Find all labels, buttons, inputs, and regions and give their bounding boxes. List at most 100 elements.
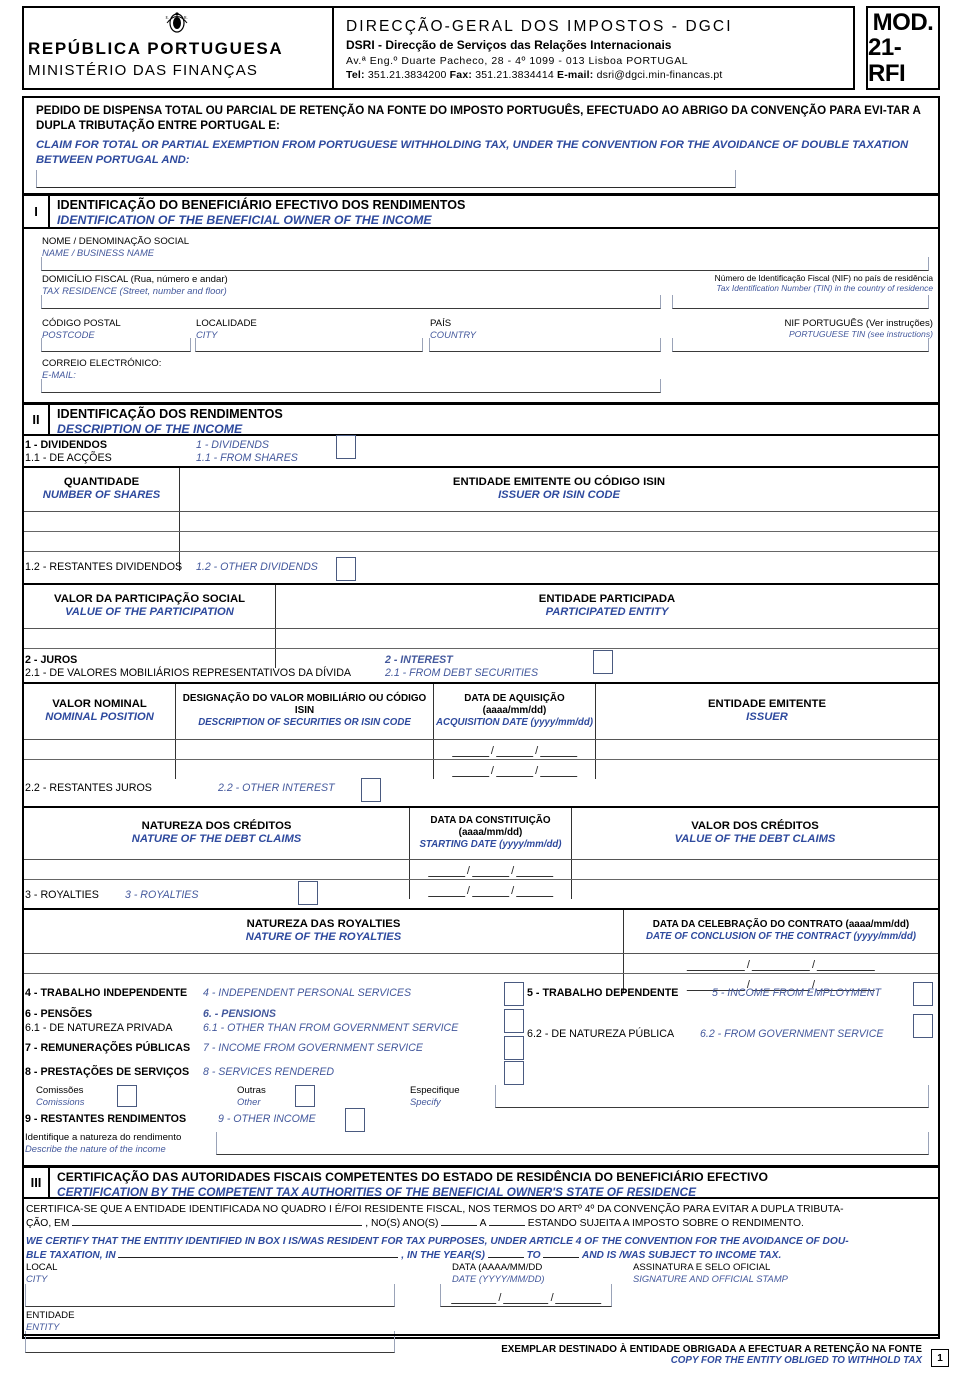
income-9-label-en: 9 - OTHER INCOME <box>218 1113 316 1125</box>
cell-participated-entity[interactable] <box>276 629 938 648</box>
cert-en-year-from-input[interactable] <box>487 1257 524 1259</box>
table-row[interactable]: / / <box>24 740 938 760</box>
checkbox-income-2-1[interactable] <box>593 650 613 674</box>
cell-starting-date[interactable]: / / <box>410 880 572 899</box>
cert-date-label-pt: DATA (AAAA/MM/DD <box>452 1262 543 1273</box>
income-1-label-en: 1 - DIVIDENDS <box>196 439 269 451</box>
income-6-label-en: 6. - PENSIONS <box>203 1008 276 1020</box>
cert-signature-label-en: SIGNATURE AND OFFICIAL STAMP <box>633 1273 788 1285</box>
cell-participation-value[interactable] <box>24 629 276 648</box>
cell-shares-issuer[interactable] <box>180 512 938 531</box>
cert-entity-label-pt: ENTIDADE <box>26 1310 75 1321</box>
commissions-label: Comissões Comissions <box>36 1085 84 1107</box>
email-input[interactable] <box>41 379 661 393</box>
cell-starting-date[interactable]: / / <box>410 860 572 879</box>
postcode-input[interactable] <box>41 338 191 352</box>
table-row[interactable]: / / <box>24 860 938 880</box>
cert-pt-to: A <box>479 1218 486 1230</box>
other-services-label-pt: Outras <box>237 1085 266 1096</box>
name-input[interactable] <box>41 257 929 271</box>
table-row[interactable] <box>24 512 938 532</box>
table-other-interest: NATUREZA DOS CRÉDITOS NATURE OF THE DEBT… <box>24 806 938 899</box>
checkbox-income-6-1[interactable] <box>504 1009 524 1033</box>
section-2-title-en: DESCRIPTION OF THE INCOME <box>57 422 243 437</box>
table-row[interactable] <box>24 629 938 649</box>
cell-debt-value[interactable] <box>572 860 938 879</box>
cert-local-label-en: CITY <box>26 1273 48 1285</box>
cell-security-description[interactable] <box>176 760 434 779</box>
cert-pt-country-input[interactable] <box>72 1225 363 1227</box>
cell-shares-issuer[interactable] <box>180 532 938 551</box>
city-label-pt: LOCALIDADE <box>196 318 257 329</box>
cell-shares-qty[interactable] <box>24 532 180 551</box>
foreign-tin-input[interactable] <box>672 295 929 309</box>
cert-signature-label-pt: ASSINATURA E SELO OFICIAL <box>633 1262 771 1273</box>
table-row[interactable]: / / <box>24 760 938 779</box>
cert-date-input[interactable]: / / <box>440 1284 612 1307</box>
cell-debt-nature[interactable] <box>24 860 410 879</box>
cell-debt-value[interactable] <box>572 880 938 899</box>
th-nature-royalties: NATUREZA DAS ROYALTIES NATURE OF THE ROY… <box>24 910 624 953</box>
country-label-pt: PAÍS <box>430 318 452 329</box>
table-dividends-shares: QUANTIDADE NUMBER OF SHARES ENTIDADE EMI… <box>24 466 938 571</box>
tax-residence-label: DOMICÍLIO FISCAL (Rua, número e andar) T… <box>42 274 228 296</box>
cell-issuer[interactable] <box>596 740 938 759</box>
table-royalties: NATUREZA DAS ROYALTIES NATURE OF THE ROY… <box>24 908 938 993</box>
checkbox-income-8[interactable] <box>504 1061 524 1085</box>
th-nominal-position: VALOR NOMINAL NOMINAL POSITION <box>24 684 176 739</box>
checkbox-commissions[interactable] <box>117 1085 137 1107</box>
income-nature-input[interactable] <box>216 1132 929 1155</box>
city-input[interactable] <box>195 338 423 352</box>
tax-residence-label-pt: DOMICÍLIO FISCAL (Rua, número e andar) <box>42 274 228 285</box>
country-input[interactable] <box>429 338 661 352</box>
cell-issuer[interactable] <box>596 760 938 779</box>
cell-contract-date[interactable]: / / <box>624 954 938 973</box>
commissions-label-en: Comissions <box>36 1096 85 1108</box>
cert-pt-year-to-input[interactable] <box>488 1225 525 1227</box>
table-row[interactable] <box>24 532 938 552</box>
income-8-label-en: 8 - SERVICES RENDERED <box>203 1066 335 1078</box>
tax-residence-input[interactable] <box>41 295 661 309</box>
income-6-2-label-en: 6.2 - FROM GOVERNMENT SERVICE <box>700 1028 884 1040</box>
checkbox-income-2-2[interactable] <box>361 778 381 802</box>
cert-entity-label: ENTIDADE ENTITY <box>26 1310 75 1332</box>
table-row[interactable]: / / <box>24 954 938 974</box>
checkbox-income-5[interactable] <box>913 982 933 1006</box>
cell-shares-qty[interactable] <box>24 512 180 531</box>
income-5-label-pt: 5 - TRABALHO DEPENDENTE <box>527 987 679 999</box>
commissions-label-pt: Comissões <box>36 1085 84 1096</box>
checkbox-income-6-2[interactable] <box>913 1014 933 1038</box>
checkbox-income-9[interactable] <box>345 1108 365 1132</box>
income-9-label-pt: 9 - RESTANTES RENDIMENTOS <box>25 1113 187 1125</box>
cell-nominal-position[interactable] <box>24 740 176 759</box>
section-2-header: II IDENTIFICAÇÃO DOS RENDIMENTOS DESCRIP… <box>24 402 938 436</box>
checkbox-income-1-2[interactable] <box>336 557 356 581</box>
foreign-tin-label: Número de Identificação Fiscal (NIF) no … <box>688 273 933 294</box>
header-right-contact-block: DIRECÇÃO-GERAL DOS IMPOSTOS - DGCI DSRI … <box>334 8 853 88</box>
cert-local-input[interactable] <box>25 1284 395 1307</box>
checkbox-other-services[interactable] <box>295 1085 315 1107</box>
cell-nominal-position[interactable] <box>24 760 176 779</box>
convention-country-input[interactable] <box>36 170 736 188</box>
portuguese-tin-input[interactable] <box>672 338 929 352</box>
checkbox-income-7[interactable] <box>504 1036 524 1060</box>
footer-text-pt: EXEMPLAR DESTINADO À ENTIDADE OBRIGADA A… <box>501 1344 922 1355</box>
checkbox-income-4[interactable] <box>504 982 524 1006</box>
cell-royalty-nature[interactable] <box>24 954 624 973</box>
cert-en-year-to-input[interactable] <box>543 1257 580 1259</box>
cert-en-country-input[interactable] <box>118 1257 399 1259</box>
th-value-debt-claims: VALOR DOS CRÉDITOS VALUE OF THE DEBT CLA… <box>674 819 836 846</box>
cell-acquisition-date[interactable]: / / <box>434 760 596 779</box>
income-1-label-pt: 1 - DIVIDENDOS <box>25 439 107 451</box>
cert-pt-year-from-input[interactable] <box>441 1225 478 1227</box>
cell-security-description[interactable] <box>176 740 434 759</box>
cell-acquisition-date[interactable]: / / <box>434 740 596 759</box>
table-debt-securities: VALOR NOMINAL NOMINAL POSITION DESIGNAÇÃ… <box>24 682 938 779</box>
checkbox-income-1-1[interactable] <box>336 435 356 459</box>
specify-input[interactable] <box>495 1085 929 1108</box>
cert-pt-in: ÇÃO, EM <box>26 1218 70 1230</box>
checkbox-income-3[interactable] <box>298 881 318 905</box>
email-label: E-mail: <box>557 68 594 81</box>
name-label-pt: NOME / DENOMINAÇÃO SOCIAL <box>42 236 190 247</box>
cert-pt-line2: ÇÃO, EM , NO(S) ANO(S) A ESTANDO SUJEITA… <box>26 1217 936 1231</box>
